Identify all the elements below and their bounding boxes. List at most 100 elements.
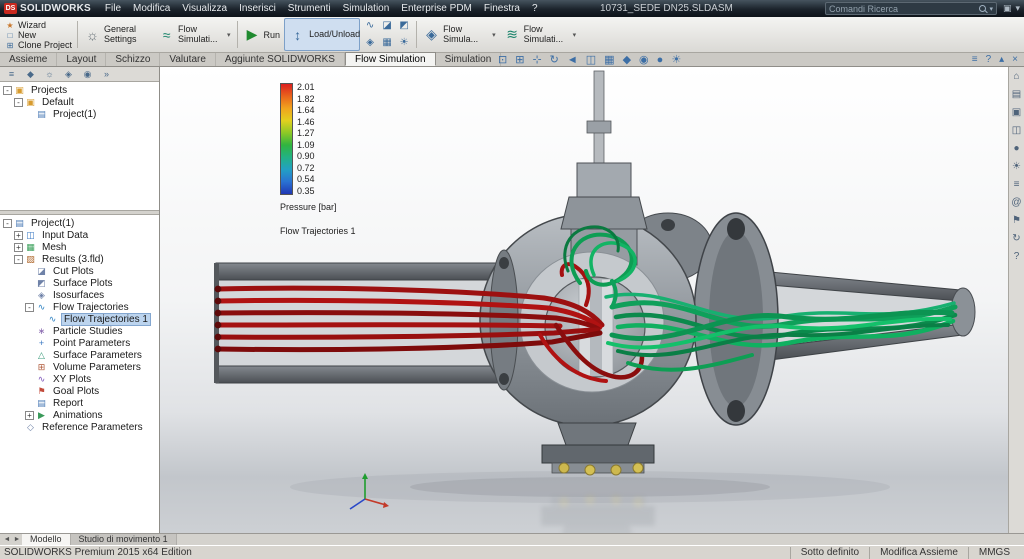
refresh-icon[interactable]: ↻ [1012,234,1020,244]
tree-item-point-parameters[interactable]: +Point Parameters [0,337,159,349]
wizard-button[interactable]: ★ Wizard [5,20,72,30]
displaymanager-tab[interactable]: ◉ [79,67,96,81]
search-caret-icon[interactable]: ▾ [989,5,993,13]
surface-plot-toggle-icon[interactable]: ◩ [396,18,412,34]
rotate-view-icon[interactable]: ↻ [550,53,559,67]
close-icon[interactable]: × [1012,53,1018,67]
section-view-icon[interactable]: ◫ [586,53,596,67]
tree-item-default[interactable]: -▣Default [0,96,159,108]
edit-appearance-icon[interactable]: ● [657,53,664,67]
solidworks-resources-icon[interactable]: ▣ [1003,3,1012,14]
tree-item-volume-parameters[interactable]: ⊞Volume Parameters [0,361,159,373]
menu-finestra[interactable]: Finestra [478,0,526,17]
help-icon[interactable]: ? [986,53,992,67]
flow-simulation-flyout-button[interactable]: ≈ Flow Simulati... ▾ [154,18,235,51]
design-library-icon[interactable]: ▤ [1012,90,1021,100]
zoom-area-icon[interactable]: ⊞ [515,53,524,67]
titlebar-caret-icon[interactable]: ▾ [1015,3,1020,14]
flow-trajectories-toggle-icon[interactable]: ∿ [362,18,378,34]
forum-icon[interactable]: @ [1011,198,1021,208]
expand-box-icon[interactable]: + [14,243,23,252]
pan-icon[interactable]: ⊹ [532,53,541,67]
tree-item-project-1[interactable]: ▤Project(1) [0,108,159,120]
collapse-icon[interactable]: ▴ [999,53,1004,67]
tree-item-results-3-fld[interactable]: -▨Results (3.fld) [0,253,159,265]
appearances-icon[interactable]: ● [1013,144,1019,154]
load-unload-button[interactable]: ↕ Load/Unload [284,18,360,51]
mesh-display-toggle-icon[interactable]: ▦ [379,35,395,51]
menu-item[interactable]: ? [526,0,544,17]
dimxpertmanager-tab[interactable]: ◈ [60,67,77,81]
options-icon[interactable]: ≡ [972,53,978,67]
resources-icon[interactable]: ⌂ [1013,72,1019,82]
view-orientation-icon[interactable]: ▦ [604,53,614,67]
menu-inserisci[interactable]: Inserisci [233,0,282,17]
tab-assieme[interactable]: Assieme [0,53,57,66]
file-explorer-icon[interactable]: ▣ [1012,108,1021,118]
tree-item-flow-trajectories-1[interactable]: ∿Flow Trajectories 1 [0,313,159,325]
expand-box-icon[interactable]: + [14,231,23,240]
tab-layout[interactable]: Layout [57,53,106,66]
tree-item-animations[interactable]: +▶Animations [0,409,159,421]
panel-flyout-icon[interactable]: » [98,67,115,81]
tree-item-cut-plots[interactable]: ◪Cut Plots [0,265,159,277]
tree-item-report[interactable]: ▤Report [0,397,159,409]
new-project-button[interactable]: □ New [5,30,72,40]
collapse-box-icon[interactable]: - [3,86,12,95]
run-button[interactable]: ▶ Run [240,18,285,51]
tab-scroll-prev-icon[interactable]: ◄ [2,536,12,543]
custom-properties-icon[interactable]: ≡ [1014,180,1020,190]
zoom-fit-icon[interactable]: ⊡ [498,53,507,67]
general-settings-button[interactable]: ☼ General Settings [80,18,154,51]
featuremanager-tab[interactable]: ≡ [3,67,20,81]
collapse-box-icon[interactable]: - [14,255,23,264]
tab-scroll-next-icon[interactable]: ► [12,536,22,543]
command-search-box[interactable]: ▾ [825,2,997,15]
tree-item-project-1[interactable]: -▤Project(1) [0,217,159,229]
menu-modifica[interactable]: Modifica [127,0,176,17]
tree-item-xy-plots[interactable]: ∿XY Plots [0,373,159,385]
configurationmanager-tab[interactable]: ☼ [41,67,58,81]
collapse-box-icon[interactable]: - [14,98,23,107]
tab-simulation[interactable]: Simulation [436,53,502,66]
scene-settings-icon[interactable]: ☀ [671,53,681,67]
tab-modello[interactable]: Modello [22,534,71,545]
menu-visualizza[interactable]: Visualizza [176,0,233,17]
hide-show-items-icon[interactable]: ◉ [639,53,649,67]
cut-plot-toggle-icon[interactable]: ◪ [379,18,395,34]
menu-enterprise-pdm[interactable]: Enterprise PDM [395,0,478,17]
display-style-icon[interactable]: ◆ [623,53,631,67]
tree-item-goal-plots[interactable]: ⚑Goal Plots [0,385,159,397]
tree-item-mesh[interactable]: +▦Mesh [0,241,159,253]
view-palette-icon[interactable]: ◫ [1012,126,1021,136]
help-icon[interactable]: ? [1014,252,1020,262]
graphics-viewport[interactable]: 2.011.821.641.461.271.090.900.720.540.35… [160,67,1008,533]
isosurface-toggle-icon[interactable]: ◈ [362,35,378,51]
tab-aggiunte-solidworks[interactable]: Aggiunte SOLIDWORKS [216,53,345,66]
collapse-box-icon[interactable]: - [25,303,34,312]
tree-item-surface-parameters[interactable]: △Surface Parameters [0,349,159,361]
menu-strumenti[interactable]: Strumenti [282,0,337,17]
tab-schizzo[interactable]: Schizzo [106,53,160,66]
collapse-box-icon[interactable]: - [3,219,12,228]
flag-icon[interactable]: ⚑ [1012,216,1021,226]
lighting-toggle-icon[interactable]: ☀ [396,35,412,51]
tree-item-isosurfaces[interactable]: ◈Isosurfaces [0,289,159,301]
previous-view-icon[interactable]: ◄ [567,53,578,67]
menu-file[interactable]: File [99,0,127,17]
propertymanager-tab[interactable]: ◆ [22,67,39,81]
tab-studio-di-movimento-1[interactable]: Studio di movimento 1 [71,534,177,545]
scene-icon[interactable]: ☀ [1012,162,1021,172]
tree-item-surface-plots[interactable]: ◩Surface Plots [0,277,159,289]
tab-flow-simulation[interactable]: Flow Simulation [345,52,436,66]
search-input[interactable] [829,4,976,14]
tree-item-reference-parameters[interactable]: ◇Reference Parameters [0,421,159,433]
tree-item-projects[interactable]: -▣Projects [0,84,159,96]
menu-simulation[interactable]: Simulation [337,0,396,17]
expand-box-icon[interactable]: + [25,411,34,420]
tree-item-particle-studies[interactable]: ∗Particle Studies [0,325,159,337]
tree-item-input-data[interactable]: +◫Input Data [0,229,159,241]
tab-valutare[interactable]: Valutare [160,53,216,66]
flow-features-flyout-button[interactable]: ≋ Flow Simulati... ▾ [500,18,581,51]
flow-display-flyout-button[interactable]: ◈ Flow Simula... ▾ [419,18,500,51]
